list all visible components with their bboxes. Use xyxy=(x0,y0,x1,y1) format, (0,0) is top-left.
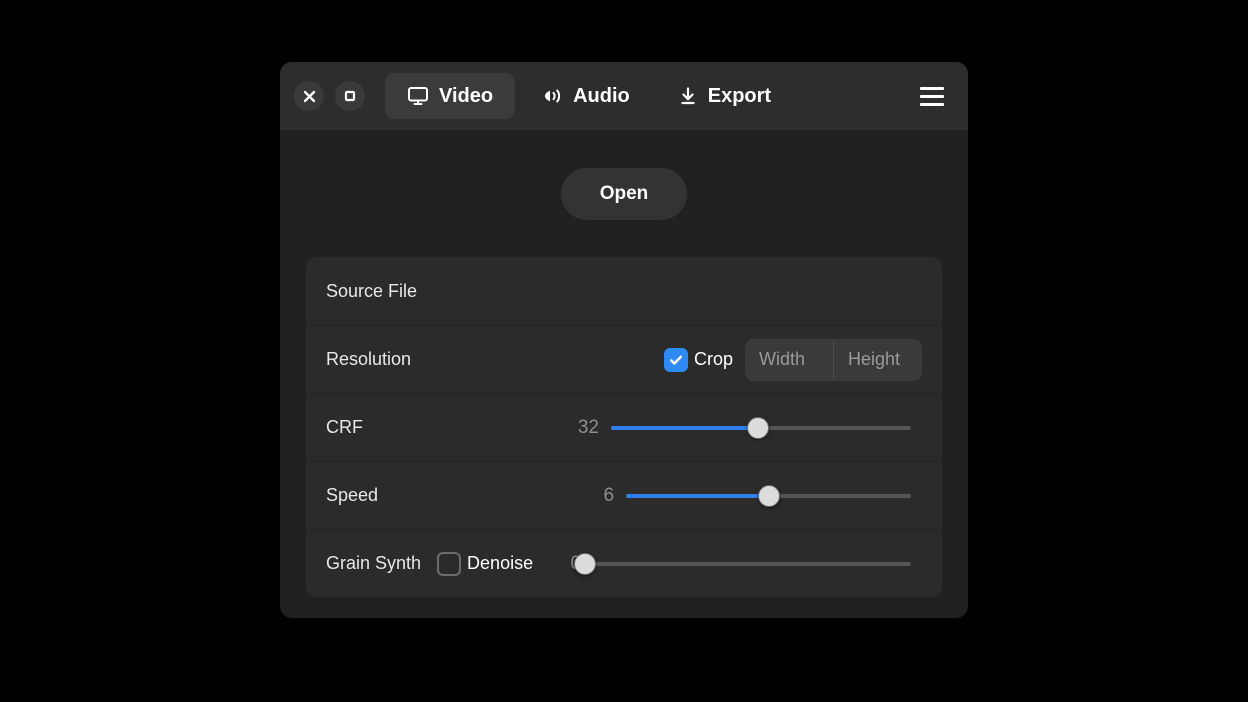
resolution-label: Resolution xyxy=(326,349,412,369)
crop-checkbox[interactable] xyxy=(663,347,688,372)
crf-value: 32 xyxy=(577,416,599,438)
crf-slider[interactable] xyxy=(611,416,911,439)
width-input[interactable] xyxy=(745,338,833,381)
crf-label: CRF xyxy=(326,417,363,437)
speaker-icon xyxy=(541,86,563,106)
tab-video[interactable]: Video xyxy=(385,73,516,119)
tab-video-label: Video xyxy=(439,84,494,107)
check-icon xyxy=(668,352,684,368)
tab-bar: Video Audio Export xyxy=(385,73,793,119)
grain-synth-label: Grain Synth xyxy=(326,553,422,573)
maximize-icon xyxy=(344,90,356,102)
source-file-row[interactable]: Source File xyxy=(306,257,942,325)
speed-slider-thumb[interactable] xyxy=(757,484,780,507)
crf-slider-thumb[interactable] xyxy=(747,416,769,439)
grain-synth-row: Grain Synth Denoise 0 xyxy=(306,529,942,597)
denoise-checkbox[interactable] xyxy=(437,551,462,576)
tab-audio[interactable]: Audio xyxy=(519,73,652,119)
speed-slider-fill xyxy=(626,493,769,498)
tab-export[interactable]: Export xyxy=(656,73,793,119)
maximize-button[interactable] xyxy=(335,81,365,111)
menu-bar-2 xyxy=(920,94,944,98)
monitor-icon xyxy=(407,86,429,106)
settings-card: Source File Resolution Crop Width Height… xyxy=(306,257,942,597)
grain-controls: Denoise 0 xyxy=(437,551,922,576)
denoise-slider[interactable] xyxy=(574,552,911,575)
close-icon xyxy=(303,90,316,103)
crf-row: CRF 32 xyxy=(306,393,942,461)
close-button[interactable] xyxy=(294,81,324,111)
tab-export-label: Export xyxy=(707,84,772,107)
speed-slider[interactable] xyxy=(626,484,911,507)
menu-bar-3 xyxy=(920,102,944,106)
speed-row: Speed 6 xyxy=(306,461,942,529)
denoise-slider-thumb[interactable] xyxy=(574,552,597,575)
speed-slider-group: 6 xyxy=(378,484,922,507)
denoise-slider-track xyxy=(585,561,911,566)
resolution-controls: Crop xyxy=(663,338,922,381)
open-button[interactable]: Open xyxy=(561,168,687,220)
speed-label: Speed xyxy=(326,485,379,505)
source-file-label: Source File xyxy=(326,280,418,301)
denoise-label: Denoise xyxy=(467,553,534,573)
titlebar: Video Audio Export xyxy=(280,62,968,130)
speed-value: 6 xyxy=(603,484,615,506)
crop-label: Crop xyxy=(693,349,733,369)
resolution-row: Resolution Crop xyxy=(306,325,942,393)
height-input[interactable] xyxy=(834,338,922,381)
tab-audio-label: Audio xyxy=(573,84,630,107)
app-window: Video Audio Export Open Source File Reso… xyxy=(280,62,968,618)
download-icon xyxy=(678,86,698,106)
crf-slider-fill xyxy=(611,425,758,430)
hamburger-menu-icon[interactable] xyxy=(916,80,948,112)
menu-bar-1 xyxy=(920,86,944,90)
window-body: Open Source File Resolution Crop Width H… xyxy=(280,130,968,618)
size-input-group xyxy=(745,338,922,381)
crf-slider-group: 32 xyxy=(363,416,922,439)
